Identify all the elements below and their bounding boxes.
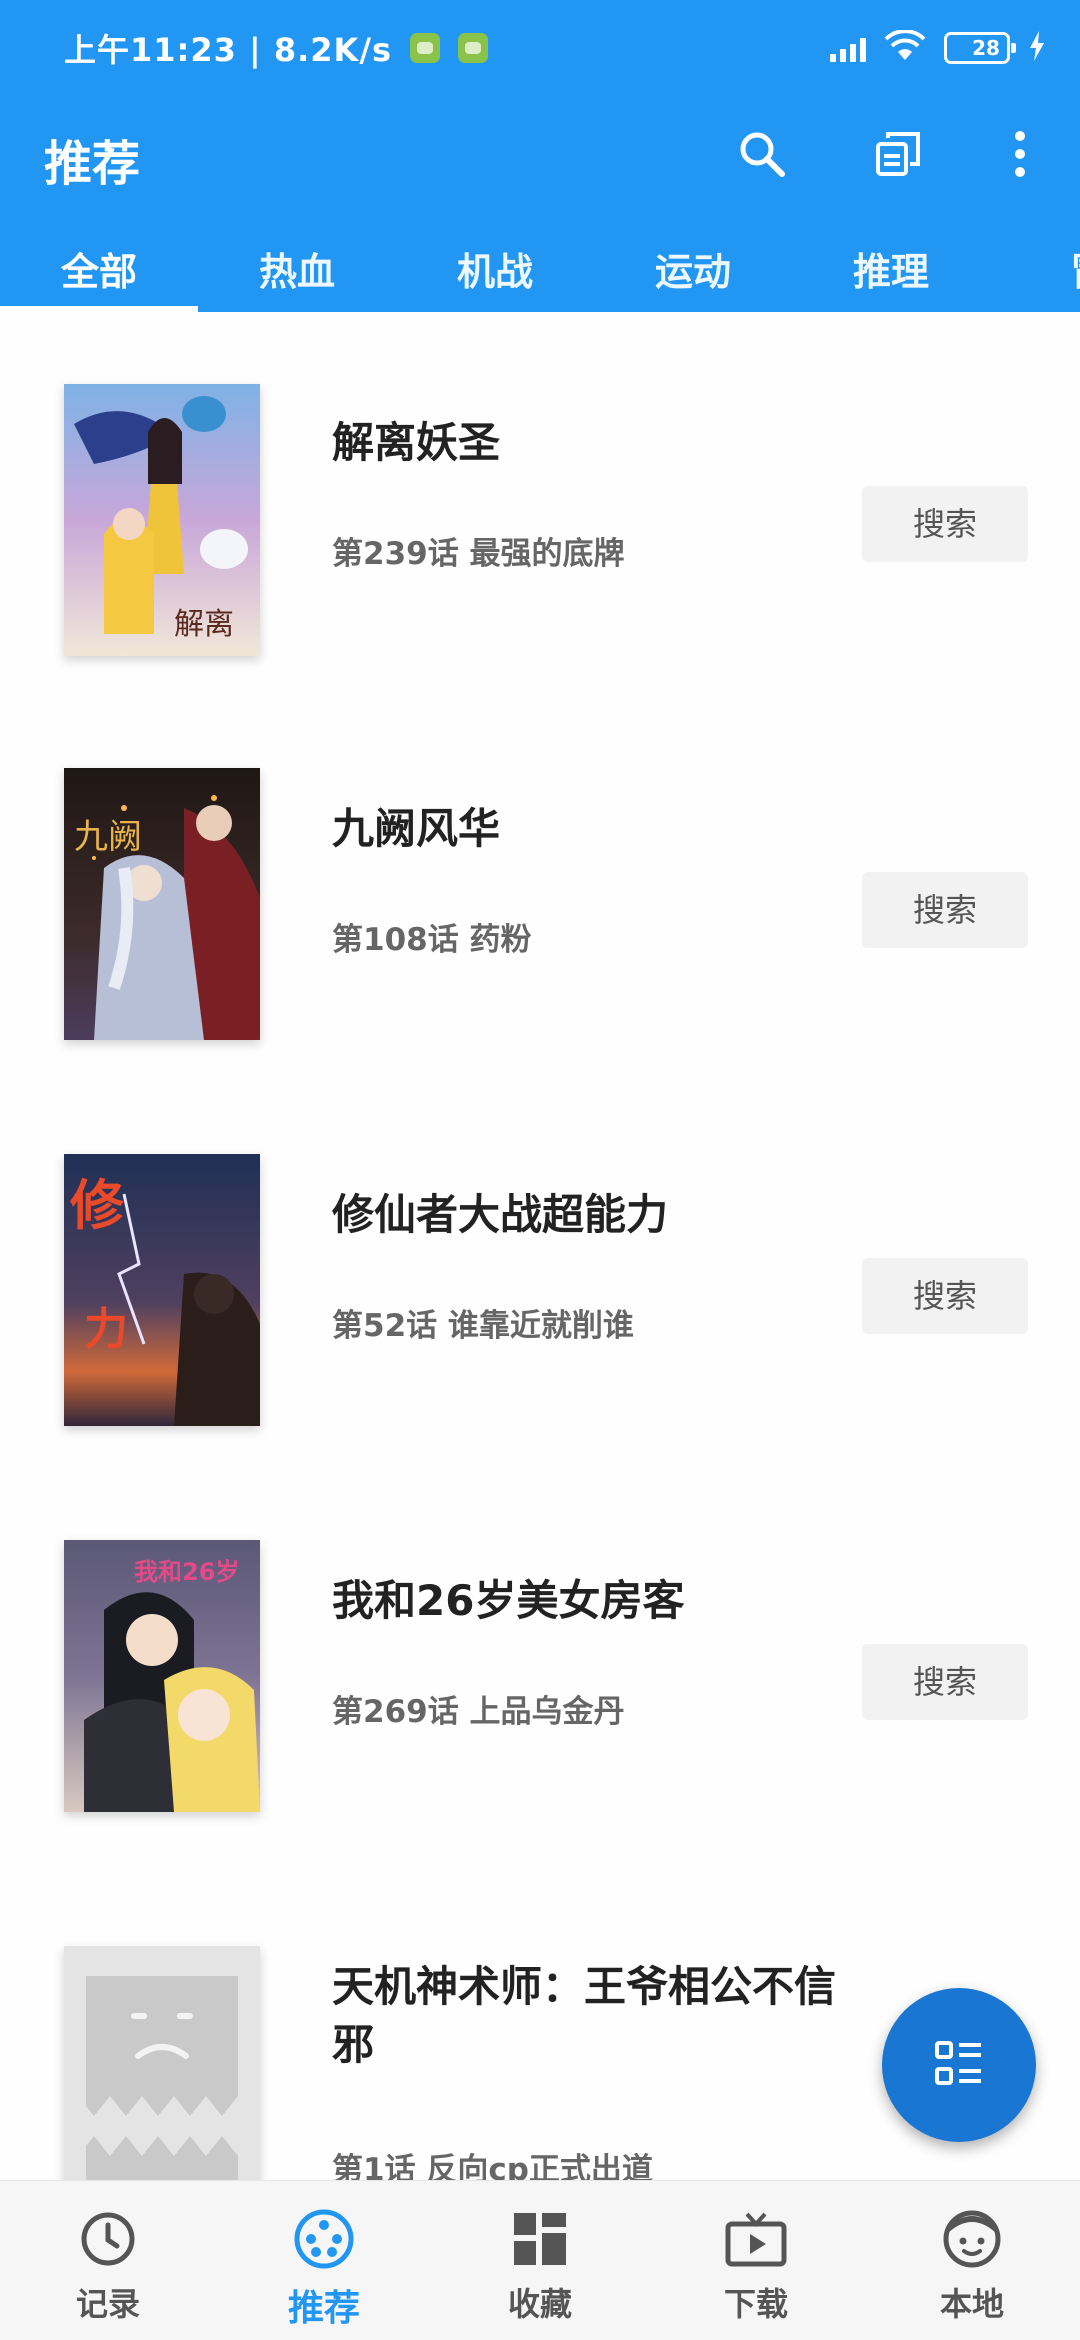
nav-favorites[interactable]: 收藏	[432, 2181, 648, 2340]
comic-title[interactable]: 天机神术师：王爷相公不信邪	[332, 1958, 872, 2074]
toolbar: 推荐	[0, 96, 1080, 212]
svg-text:力: 力	[84, 1304, 128, 1355]
tab-sports[interactable]: 运动	[594, 232, 792, 312]
signal-icon	[830, 34, 866, 62]
comic-cover[interactable]: 修 力	[64, 1154, 260, 1426]
list-item[interactable]: 解离 解离妖圣 第239话 最强的底牌 搜索	[0, 312, 1080, 698]
latest-chapter: 第239话 最强的底牌	[332, 536, 625, 572]
svg-text:修: 修	[70, 1173, 125, 1237]
latest-chapter: 第52话 谁靠近就削谁	[332, 1308, 634, 1344]
search-button[interactable]: 搜索	[862, 1258, 1028, 1334]
list-view-icon	[935, 2041, 981, 2085]
recommend-icon	[292, 2207, 356, 2271]
tv-icon	[724, 2207, 788, 2271]
svg-text:九阙: 九阙	[74, 817, 142, 857]
battery-icon: 28	[944, 32, 1016, 64]
comic-cover[interactable]: 九阙	[64, 768, 260, 1040]
list-item[interactable]: 我和26岁 我和26岁美女房客 第269话 上品乌金丹 搜索	[0, 1470, 1080, 1856]
comic-title[interactable]: 九阙风华	[332, 800, 872, 858]
nav-download[interactable]: 下载	[648, 2181, 864, 2340]
tab-hotblood[interactable]: 热血	[198, 232, 396, 312]
status-bar: 上午11:23 | 8.2K/s 28	[0, 0, 1080, 96]
comic-title[interactable]: 我和26岁美女房客	[332, 1572, 872, 1630]
face-icon	[940, 2207, 1004, 2271]
nav-local[interactable]: 本地	[864, 2181, 1080, 2340]
status-left: 上午11:23 | 8.2K/s	[64, 26, 489, 70]
page-title: 推荐	[44, 136, 141, 192]
nav-label: 记录	[75, 2285, 140, 2323]
nav-label: 推荐	[287, 2288, 360, 2329]
clock-icon	[76, 2207, 140, 2271]
nav-label: 收藏	[507, 2285, 572, 2323]
svg-text:我和26岁: 我和26岁	[134, 1558, 239, 1586]
tab-mecha[interactable]: 机战	[396, 232, 594, 312]
category-tabs: 全部 热血 机战 运动 推理 冒	[0, 232, 1080, 312]
comic-cover[interactable]: 解离	[64, 384, 260, 656]
search-button[interactable]: 搜索	[862, 1644, 1028, 1720]
latest-chapter: 第1话 反向cp正式出道	[332, 2152, 653, 2180]
tab-all[interactable]: 全部	[0, 232, 198, 312]
nav-history[interactable]: 记录	[0, 2181, 216, 2340]
nav-label: 下载	[723, 2285, 788, 2323]
comic-title[interactable]: 修仙者大战超能力	[332, 1186, 872, 1244]
status-time-speed: 上午11:23 | 8.2K/s	[64, 31, 393, 69]
app-root: 上午11:23 | 8.2K/s 28 推荐 全部 热血 机战 运动 推理 解离…	[0, 0, 1080, 2340]
svg-text:解离: 解离	[174, 607, 234, 642]
search-icon[interactable]	[730, 122, 794, 186]
notification-app-icon	[410, 33, 441, 63]
more-vertical-icon[interactable]	[988, 122, 1052, 186]
battery-level: 28	[972, 36, 1000, 60]
tab-adventure[interactable]: 冒	[990, 232, 1080, 312]
search-button[interactable]: 搜索	[862, 872, 1028, 948]
list-item[interactable]: 九阙 九阙风华 第108话 药粉 搜索	[0, 698, 1080, 1084]
grid-icon	[508, 2207, 572, 2271]
bottom-navigation: 记录 推荐 收藏 下载 本地	[0, 2180, 1080, 2340]
comic-cover[interactable]: 我和26岁	[64, 1540, 260, 1812]
list-item[interactable]: 修 力 修仙者大战超能力 第52话 谁靠近就削谁 搜索	[0, 1084, 1080, 1470]
notification-app-icon	[458, 33, 489, 63]
search-button[interactable]: 搜索	[862, 486, 1028, 562]
copy-icon[interactable]	[866, 122, 930, 186]
latest-chapter: 第108话 药粉	[332, 922, 532, 958]
status-right: 28	[830, 26, 1046, 70]
comic-list: 解离 解离妖圣 第239话 最强的底牌 搜索 九阙 九阙风华 第108话 药粉 …	[0, 312, 1080, 2180]
comic-cover-placeholder[interactable]	[64, 1946, 260, 2180]
tab-mystery[interactable]: 推理	[792, 232, 990, 312]
latest-chapter: 第269话 上品乌金丹	[332, 1694, 625, 1730]
nav-label: 本地	[939, 2285, 1004, 2323]
comic-title[interactable]: 解离妖圣	[332, 414, 872, 472]
app-header: 上午11:23 | 8.2K/s 28 推荐 全部 热血 机战 运动 推理	[0, 0, 1080, 312]
nav-recommend[interactable]: 推荐	[216, 2181, 432, 2340]
list-view-fab[interactable]	[882, 1988, 1036, 2142]
wifi-icon	[884, 29, 926, 66]
charging-icon	[1028, 31, 1046, 65]
